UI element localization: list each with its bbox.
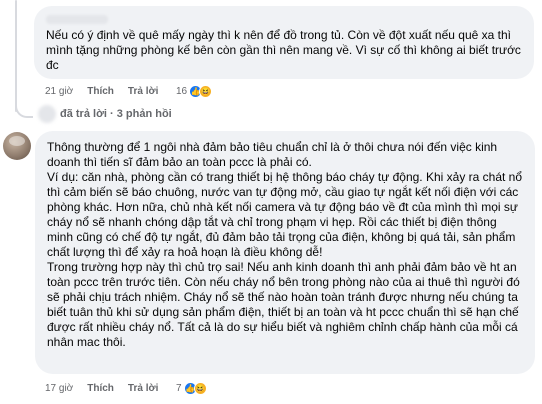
author-name-blurred [46, 14, 108, 24]
thread-connector [15, 96, 33, 118]
haha-icon: 😆 [199, 85, 213, 98]
view-replies-link[interactable]: đã trả lời · 3 phản hồi [38, 105, 172, 123]
like-link[interactable]: Thích [87, 86, 114, 97]
replies-summary-text: đã trả lời · 3 phản hồi [60, 108, 172, 120]
avatar[interactable] [3, 132, 31, 160]
comment-text-2: Thông thường để 1 ngôi nhà đảm bảo tiêu … [47, 140, 523, 350]
comment-bubble-2: Thông thường để 1 ngôi nhà đảm bảo tiêu … [35, 131, 535, 374]
reaction-count: 7 [176, 383, 182, 394]
haha-icon: 😆 [193, 382, 207, 395]
comment-text-1: Nếu có ý định về quê mấy ngày thì k nên … [46, 28, 521, 72]
reply-link[interactable]: Trả lời [128, 383, 158, 394]
reaction-count: 16 [176, 86, 188, 97]
reply-author-avatar-blurred [38, 105, 56, 123]
comment-author-redacted [46, 12, 522, 26]
reply-link[interactable]: Trả lời [128, 86, 158, 97]
comment-actions-1: 21 giờ Thích Trả lời [45, 86, 172, 97]
comment-bubble-1: Nếu có ý định về quê mấy ngày thì k nên … [34, 6, 534, 79]
comment-time[interactable]: 21 giờ [45, 86, 73, 97]
comment-paragraph: Trong trường hợp này thì chủ trọ sai! Nế… [47, 260, 520, 349]
reaction-summary-1[interactable]: 16 👍 😆 [176, 85, 213, 98]
comment-paragraph: Ví dụ: căn nhà, phòng cần có trang thiết… [47, 170, 523, 259]
comment-time[interactable]: 17 giờ [45, 383, 73, 394]
comment-actions-2: 17 giờ Thích Trả lời [45, 383, 172, 394]
reaction-summary-2[interactable]: 7 👍 😆 [176, 382, 207, 395]
comment-paragraph: Thông thường để 1 ngôi nhà đảm bảo tiêu … [47, 140, 498, 169]
like-link[interactable]: Thích [87, 383, 114, 394]
